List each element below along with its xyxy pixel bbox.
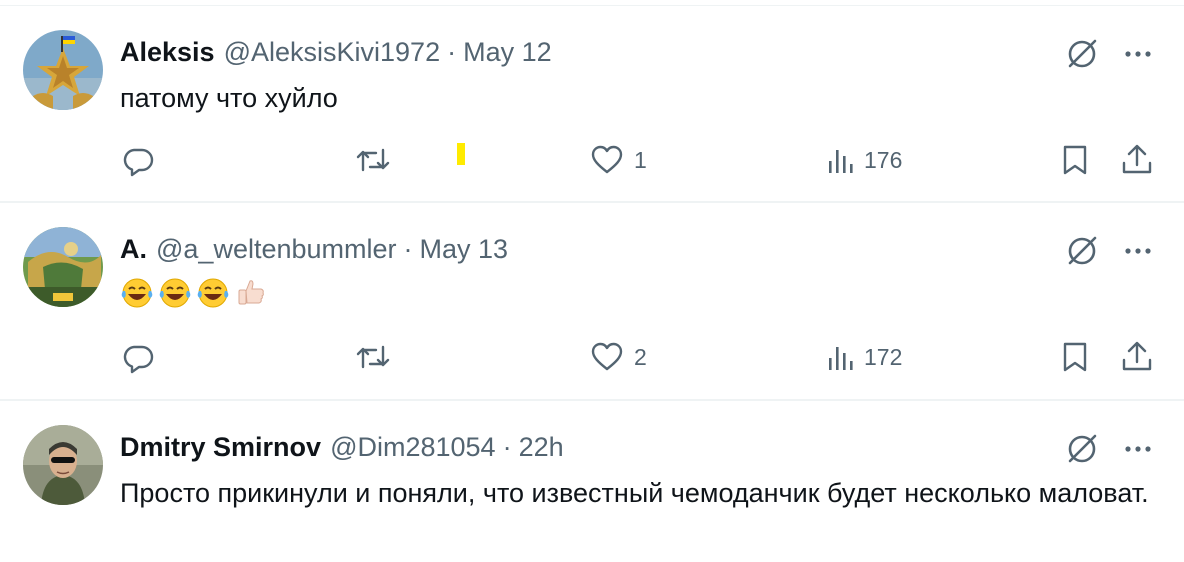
share-button[interactable]	[1120, 140, 1154, 180]
views-icon	[829, 150, 853, 173]
tweet-text: патому что хуйло	[120, 83, 338, 113]
bookmark-icon	[1063, 145, 1087, 175]
avatar[interactable]	[23, 425, 103, 505]
timestamp[interactable]: May 13	[420, 234, 509, 265]
reply-icon	[123, 345, 154, 374]
grok-icon[interactable]	[1064, 431, 1100, 467]
views-button[interactable]: 172	[826, 337, 902, 377]
like-button[interactable]: 1	[590, 140, 647, 180]
user-handle[interactable]: @AleksisKivi1972	[224, 37, 441, 68]
timestamp[interactable]: 22h	[519, 432, 564, 463]
views-button[interactable]: 176	[826, 140, 902, 180]
laughing-tears-emoji	[159, 278, 191, 308]
like-count: 2	[634, 343, 647, 370]
tweet-text: Просто прикинули и поняли, что известный…	[120, 478, 1149, 508]
display-name[interactable]: Aleksis	[120, 37, 215, 68]
tweet[interactable]: Dmitry Smirnov @Dim281054 · 22h Просто п…	[0, 401, 1184, 562]
tweet-header: Aleksis @AleksisKivi1972 · May 12	[120, 34, 552, 70]
more-icon[interactable]	[1120, 233, 1156, 269]
avatar[interactable]	[23, 227, 103, 307]
retweet-icon	[356, 148, 390, 172]
like-button[interactable]: 2	[590, 337, 647, 377]
bookmark-button[interactable]	[1060, 337, 1090, 377]
tweet[interactable]: A. @a_weltenbummler · May 13 2 172	[0, 203, 1184, 401]
grok-icon[interactable]	[1064, 36, 1100, 72]
laughing-tears-emoji	[121, 278, 153, 308]
reply-button[interactable]	[121, 337, 155, 377]
reply-icon	[123, 148, 154, 177]
grok-icon[interactable]	[1064, 233, 1100, 269]
reply-button[interactable]	[121, 140, 155, 180]
user-handle[interactable]: @Dim281054	[330, 432, 496, 463]
bookmark-icon	[1063, 342, 1087, 372]
share-icon	[1122, 144, 1152, 174]
share-button[interactable]	[1120, 337, 1154, 377]
heart-icon	[591, 342, 623, 371]
tweet-header: A. @a_weltenbummler · May 13	[120, 231, 508, 267]
view-count: 172	[864, 343, 903, 370]
emoji-row	[120, 276, 268, 310]
avatar[interactable]	[23, 30, 103, 110]
display-name[interactable]: Dmitry Smirnov	[120, 432, 321, 463]
more-icon[interactable]	[1120, 36, 1156, 72]
separator: ·	[447, 36, 457, 67]
separator: ·	[502, 431, 512, 462]
like-count: 1	[634, 146, 647, 173]
tweet[interactable]: Aleksis @AleksisKivi1972 · May 12 патому…	[0, 6, 1184, 203]
action-bar: 2 172	[0, 337, 1184, 377]
more-icon[interactable]	[1120, 431, 1156, 467]
timestamp[interactable]: May 12	[463, 37, 552, 68]
separator: ·	[403, 233, 413, 264]
laughing-tears-emoji	[197, 278, 229, 308]
display-name[interactable]: A.	[120, 234, 147, 265]
bookmark-button[interactable]	[1060, 140, 1090, 180]
retweet-button[interactable]	[354, 140, 392, 180]
retweet-button[interactable]	[354, 337, 392, 377]
action-bar: 1 176	[0, 140, 1184, 180]
thumbs-up-emoji	[238, 280, 264, 305]
user-handle[interactable]: @a_weltenbummler	[156, 234, 397, 265]
retweet-icon	[356, 345, 390, 369]
view-count: 176	[864, 146, 903, 173]
views-icon	[829, 347, 853, 370]
tweet-header: Dmitry Smirnov @Dim281054 · 22h	[120, 429, 564, 465]
share-icon	[1122, 341, 1152, 371]
heart-icon	[591, 145, 623, 174]
